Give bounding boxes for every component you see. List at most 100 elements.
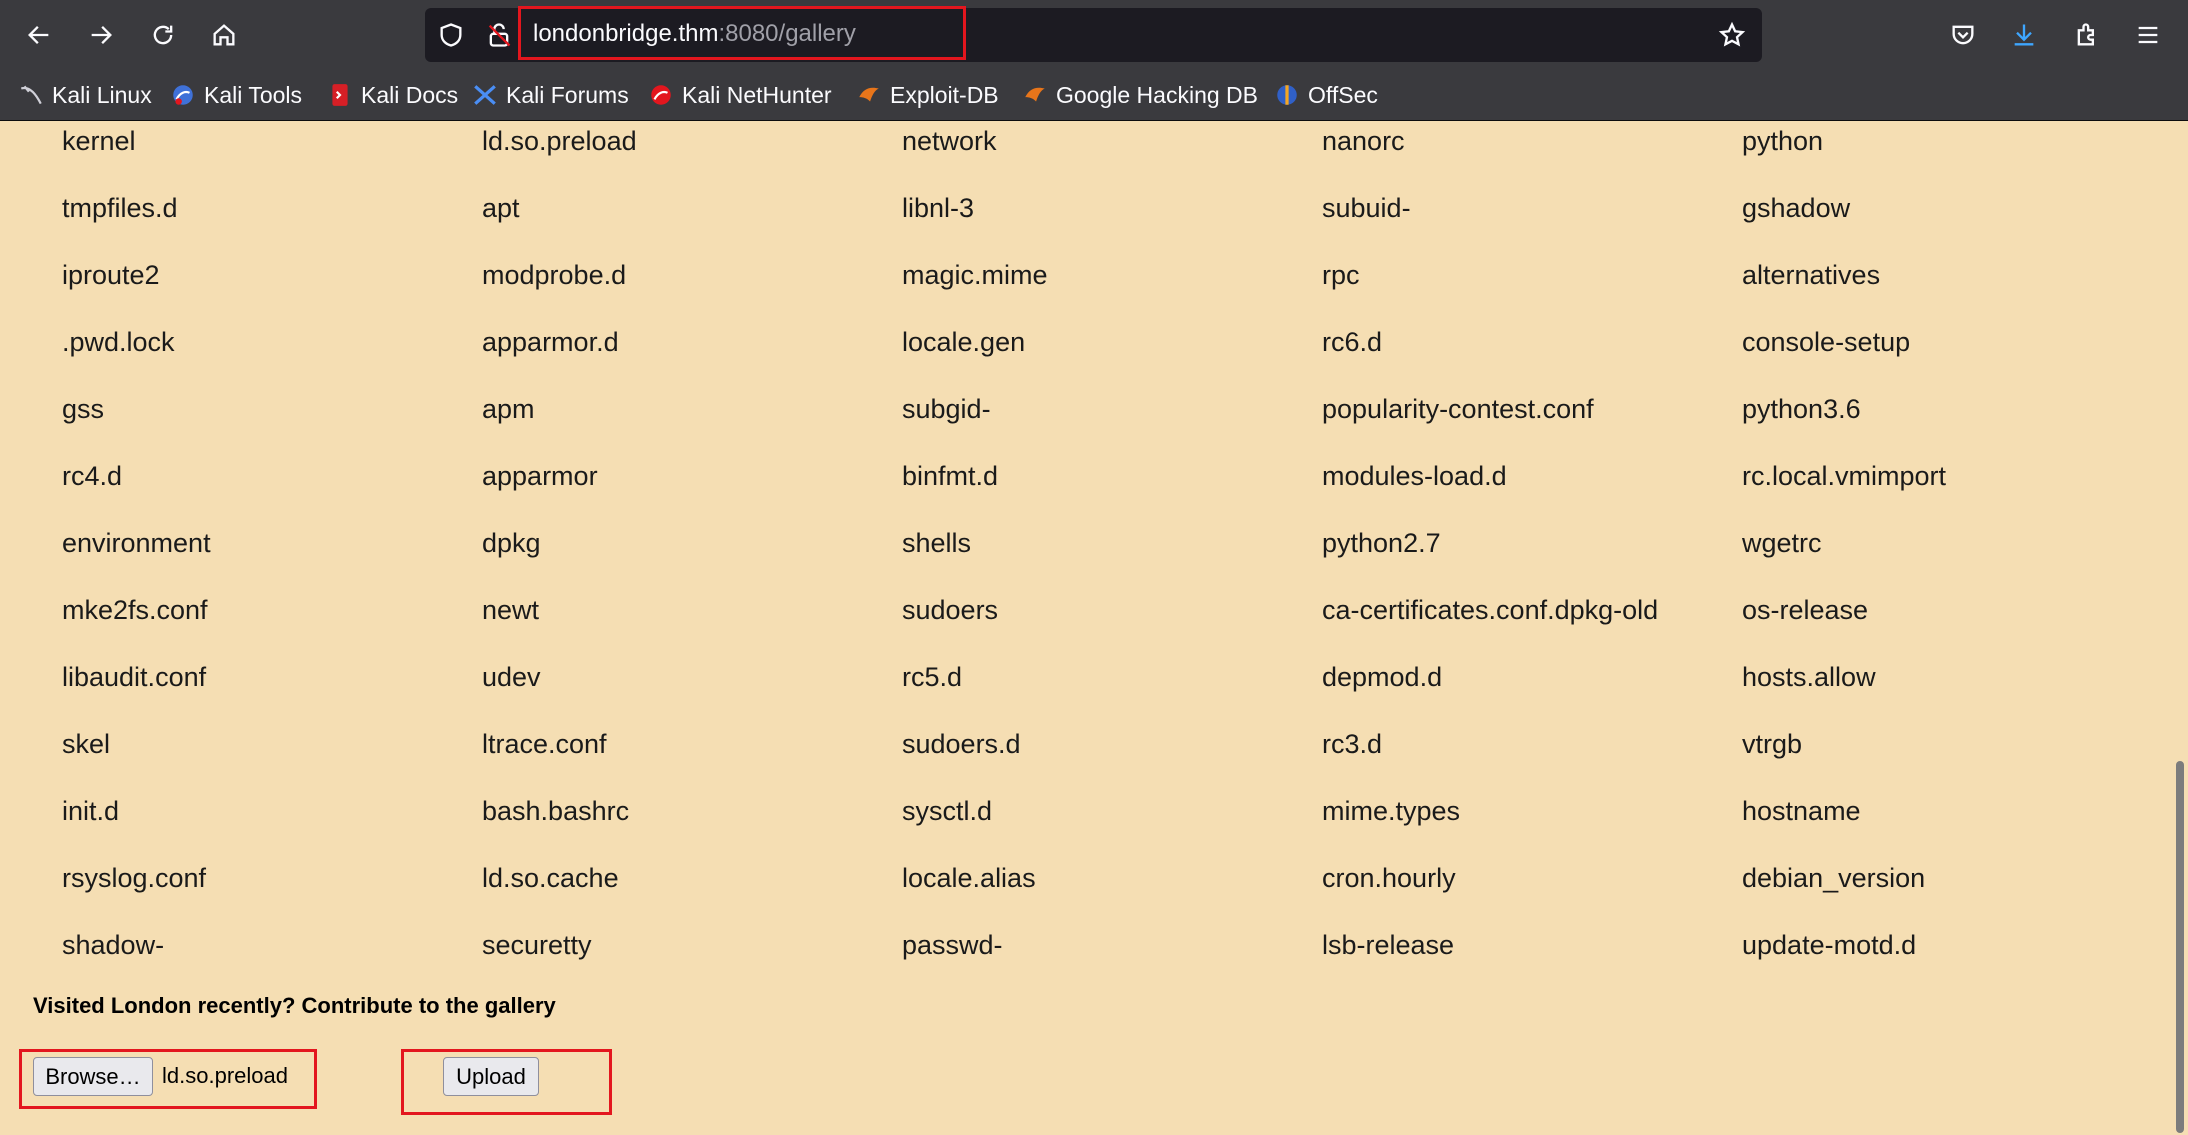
gallery-file-item: os-release bbox=[1742, 595, 1869, 625]
gallery-file-item: nanorc bbox=[1322, 126, 1405, 156]
bookmark-google-hacking-db[interactable]: Google Hacking DB bbox=[1022, 80, 1258, 110]
gallery-file-item: mime.types bbox=[1322, 796, 1461, 826]
gallery-file-item: mke2fs.conf bbox=[62, 595, 208, 625]
gallery-file-item: securetty bbox=[482, 930, 592, 960]
gallery-file-item: init.d bbox=[62, 796, 120, 826]
tracking-shield-icon[interactable] bbox=[437, 21, 465, 49]
url-highlight-box bbox=[518, 6, 966, 60]
gallery-file-item: rc6.d bbox=[1322, 327, 1383, 357]
gallery-file-item: apparmor.d bbox=[482, 327, 619, 357]
gallery-file-item: sysctl.d bbox=[902, 796, 993, 826]
exploit-db-icon bbox=[856, 82, 882, 108]
back-arrow-icon bbox=[28, 26, 49, 44]
gallery-file-item: bash.bashrc bbox=[482, 796, 630, 826]
gallery-file-item: ld.so.cache bbox=[482, 863, 619, 893]
bookmark-label: Kali Docs bbox=[361, 81, 459, 108]
bookmark-kali-forums[interactable]: Kali Forums bbox=[472, 80, 629, 110]
gallery-file-item: cron.hourly bbox=[1322, 863, 1456, 893]
gallery-file-item: ltrace.conf bbox=[482, 729, 607, 759]
scrollbar-thumb[interactable] bbox=[2176, 761, 2184, 1133]
gallery-file-item: gshadow bbox=[1742, 193, 1851, 223]
gallery-file-item: libaudit.conf bbox=[62, 662, 207, 692]
bookmark-label: Kali Tools bbox=[204, 81, 303, 108]
bookmark-label: Kali Linux bbox=[52, 81, 152, 108]
gallery-file-item: hosts.allow bbox=[1742, 662, 1876, 692]
bookmark-label: Kali Forums bbox=[506, 81, 629, 108]
contribute-prompt: Visited London recently? Contribute to t… bbox=[33, 993, 556, 1018]
gallery-file-list: kernel ld.so.preload network nanorc python tm… bbox=[62, 121, 2142, 971]
gallery-file-item: apt bbox=[482, 193, 520, 223]
gallery-file-item: rc4.d bbox=[62, 461, 123, 491]
gallery-file-item: python2.7 bbox=[1322, 528, 1441, 558]
gallery-file-item: apparmor bbox=[482, 461, 598, 491]
bookmark-kali-tools[interactable]: Kali Tools bbox=[170, 80, 302, 110]
reload-button[interactable] bbox=[142, 14, 184, 56]
gallery-file-item: rc5.d bbox=[902, 662, 963, 692]
back-button[interactable] bbox=[18, 14, 60, 56]
gallery-file-item: rc3.d bbox=[1322, 729, 1383, 759]
page-content: kernel ld.so.preload network nanorc python tm… bbox=[0, 121, 2160, 1135]
gallery-file-item: sudoers.d bbox=[902, 729, 1021, 759]
downloads-button[interactable] bbox=[2003, 14, 2045, 56]
gallery-file-item: hostname bbox=[1742, 796, 1861, 826]
bookmark-label: Google Hacking DB bbox=[1056, 81, 1258, 108]
reload-icon bbox=[153, 25, 173, 45]
gallery-file-item: skel bbox=[62, 729, 111, 759]
hamburger-menu-icon bbox=[2138, 26, 2158, 44]
gallery-file-item: modules-load.d bbox=[1322, 461, 1507, 491]
gallery-file-item: kernel bbox=[62, 126, 136, 156]
gallery-file-item: iproute2 bbox=[62, 260, 160, 290]
gallery-file-item: dpkg bbox=[482, 528, 541, 558]
gallery-file-item: depmod.d bbox=[1322, 662, 1443, 692]
gallery-file-item: console-setup bbox=[1742, 327, 1911, 357]
file-input-highlight-box bbox=[19, 1049, 317, 1109]
gallery-file-item: rc.local.vmimport bbox=[1742, 461, 1947, 491]
gallery-file-item: lsb-release bbox=[1322, 930, 1455, 960]
bookmark-label: Exploit-DB bbox=[890, 81, 999, 108]
gallery-file-item: rpc bbox=[1322, 260, 1360, 290]
home-button[interactable] bbox=[203, 14, 245, 56]
bookmark-exploit-db[interactable]: Exploit-DB bbox=[856, 80, 999, 110]
gallery-file-item: environment bbox=[62, 528, 211, 558]
gallery-file-item: update-motd.d bbox=[1742, 930, 1917, 960]
gallery-file-item: gss bbox=[62, 394, 105, 424]
ghdb-icon bbox=[1022, 82, 1048, 108]
gallery-file-item: ld.so.preload bbox=[482, 126, 637, 156]
gallery-file-item: wgetrc bbox=[1742, 528, 1822, 558]
gallery-file-item: libnl-3 bbox=[902, 193, 975, 223]
bookmark-kali-nethunter[interactable]: Kali NetHunter bbox=[648, 80, 832, 110]
gallery-file-item: .pwd.lock bbox=[62, 327, 175, 357]
insecure-lock-icon[interactable] bbox=[485, 21, 513, 49]
kali-nethunter-icon bbox=[648, 82, 674, 108]
bookmark-label: OffSec bbox=[1308, 81, 1378, 108]
gallery-file-item: subuid- bbox=[1322, 193, 1411, 223]
bookmark-star-icon[interactable] bbox=[1718, 21, 1746, 49]
gallery-file-item: modprobe.d bbox=[482, 260, 627, 290]
offsec-icon bbox=[1274, 82, 1300, 108]
gallery-file-item: udev bbox=[482, 662, 541, 692]
pocket-button[interactable] bbox=[1942, 14, 1984, 56]
gallery-file-item: vtrgb bbox=[1742, 729, 1803, 759]
gallery-file-item: subgid- bbox=[902, 394, 991, 424]
vertical-scrollbar[interactable] bbox=[2172, 121, 2188, 1135]
bookmark-kali-docs[interactable]: Kali Docs bbox=[327, 80, 458, 110]
gallery-file-item: shells bbox=[902, 528, 972, 558]
gallery-file-item: sudoers bbox=[902, 595, 999, 625]
bookmark-kali-linux[interactable]: Kali Linux bbox=[18, 80, 152, 110]
extensions-button[interactable] bbox=[2066, 14, 2108, 56]
gallery-file-item: rsyslog.conf bbox=[62, 863, 207, 893]
bookmarks-toolbar: Kali Linux Kali Tools Kali Docs Kali For… bbox=[0, 70, 2188, 121]
gallery-file-item: python3.6 bbox=[1742, 394, 1861, 424]
bookmark-offsec[interactable]: OffSec bbox=[1274, 80, 1378, 110]
browser-toolbar: londonbridge.thm:8080/gallery bbox=[0, 0, 2188, 70]
gallery-file-item: newt bbox=[482, 595, 540, 625]
forward-button[interactable] bbox=[80, 14, 122, 56]
forward-arrow-icon bbox=[91, 26, 112, 44]
download-icon bbox=[2014, 24, 2034, 46]
kali-docs-icon bbox=[327, 82, 353, 108]
gallery-file-item: binfmt.d bbox=[902, 461, 999, 491]
menu-button[interactable] bbox=[2127, 14, 2169, 56]
puzzle-icon bbox=[2077, 23, 2094, 46]
kali-dragon-icon bbox=[18, 82, 44, 108]
bookmark-label: Kali NetHunter bbox=[682, 81, 832, 108]
